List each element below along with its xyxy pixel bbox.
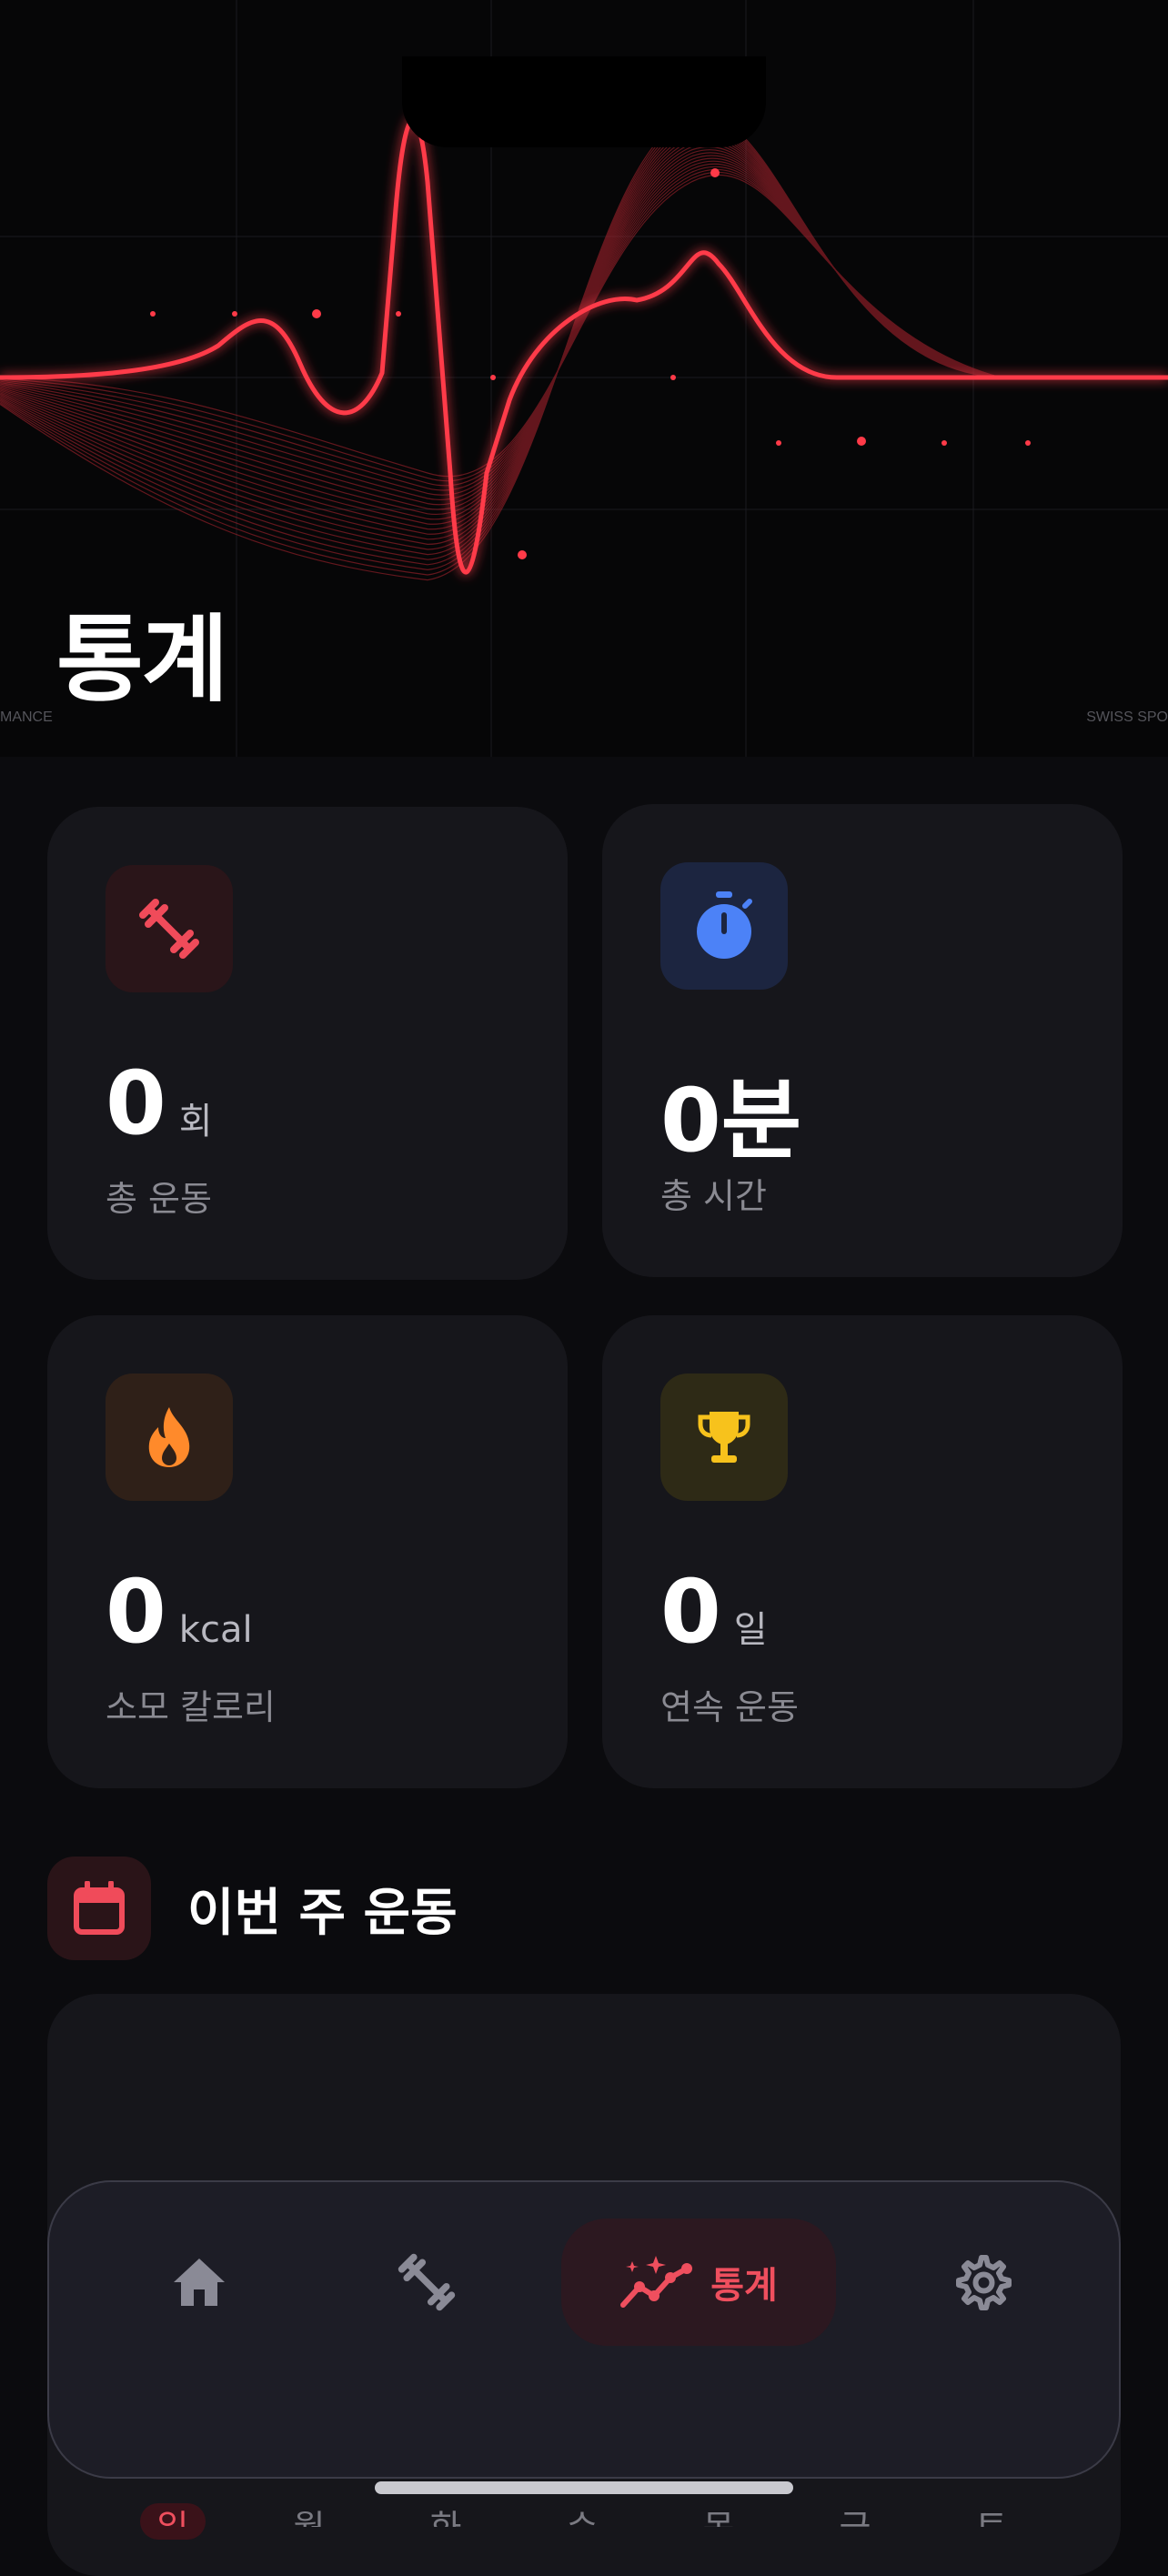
stat-number: 0분 <box>660 1070 802 1172</box>
wave-line <box>0 168 1168 487</box>
day-label[interactable]: 화 <box>409 2500 482 2527</box>
gear-icon <box>956 2255 1012 2310</box>
day-label[interactable]: 수 <box>546 2500 619 2527</box>
stat-unit: 회 <box>178 1101 213 1142</box>
stopwatch-icon <box>660 862 788 990</box>
stat-label: 소모 칼로리 <box>106 1687 276 1727</box>
weekly-section-header: 이번 주 운동 <box>47 1856 458 1961</box>
wave-line <box>0 116 1168 576</box>
tab-home[interactable] <box>122 2219 277 2346</box>
stat-card-time[interactable]: 0분 총 시간 <box>602 804 1123 1277</box>
wave-line <box>0 160 1168 501</box>
tab-settings[interactable] <box>904 2219 1059 2346</box>
dumbbell-icon <box>106 865 233 992</box>
wave-line <box>0 163 1168 496</box>
device-notch <box>402 56 766 147</box>
wave-line <box>0 122 1168 566</box>
day-label[interactable]: 일 <box>136 2500 209 2527</box>
wave-line <box>0 152 1168 515</box>
wave-line <box>0 149 1168 520</box>
dumbbell-icon <box>398 2253 456 2311</box>
stat-label: 총 운동 <box>106 1179 212 1219</box>
stat-card-workouts[interactable]: 0회 총 운동 <box>47 807 568 1280</box>
stat-value: 0분 <box>660 1050 814 1176</box>
flame-icon <box>106 1374 233 1501</box>
week-day-row: 일 월 화 수 목 금 토 <box>0 2500 1168 2527</box>
home-indicator <box>375 2481 793 2494</box>
stat-value: 0 kcal <box>106 1561 253 1663</box>
stat-label: 총 시간 <box>660 1176 767 1216</box>
wave-line <box>0 171 1168 482</box>
tab-workout[interactable] <box>349 2219 504 2346</box>
stat-number: 0 <box>660 1561 721 1663</box>
wave-line <box>0 140 1168 535</box>
stat-label: 연속 운동 <box>660 1687 799 1727</box>
stat-value: 0회 <box>106 1052 213 1154</box>
wave-line <box>0 137 1168 540</box>
home-icon <box>174 2259 225 2306</box>
trophy-icon <box>660 1374 788 1501</box>
wave-line <box>0 128 1168 556</box>
stat-card-streak[interactable]: 0일 연속 운동 <box>602 1315 1123 1788</box>
tab-label: 통계 <box>710 2265 778 2307</box>
wave-line <box>0 146 1168 525</box>
day-label[interactable]: 목 <box>682 2500 755 2527</box>
page-title: 통계 <box>56 604 228 715</box>
hero-caption-left: MANCE <box>0 709 53 725</box>
hero-caption-right: SWISS SPO <box>1086 709 1168 725</box>
stat-number: 0 <box>106 1052 166 1154</box>
stat-card-calories[interactable]: 0 kcal 소모 칼로리 <box>47 1315 568 1788</box>
stat-number: 0 <box>106 1561 166 1663</box>
wave-line <box>0 113 1168 581</box>
wave-line <box>0 157 1168 506</box>
day-label[interactable]: 금 <box>819 2500 891 2527</box>
stat-unit: 일 <box>733 1609 768 1651</box>
day-label[interactable]: 월 <box>273 2500 346 2527</box>
day-label[interactable]: 토 <box>955 2500 1028 2527</box>
wave-line <box>0 126 1168 560</box>
wave-line <box>0 135 1168 546</box>
section-title: 이번 주 운동 <box>187 1883 458 1943</box>
chart-sparkle-icon <box>620 2256 693 2308</box>
calendar-icon <box>47 1857 151 1960</box>
hero-banner: 통계 MANCE SWISS SPO <box>0 0 1168 757</box>
stat-unit: kcal <box>178 1609 253 1651</box>
stat-value: 0일 <box>660 1561 768 1663</box>
tab-stats[interactable]: 통계 <box>561 2219 836 2346</box>
wave-line <box>0 166 1168 491</box>
bottom-tab-bar: 통계 <box>47 2180 1121 2479</box>
